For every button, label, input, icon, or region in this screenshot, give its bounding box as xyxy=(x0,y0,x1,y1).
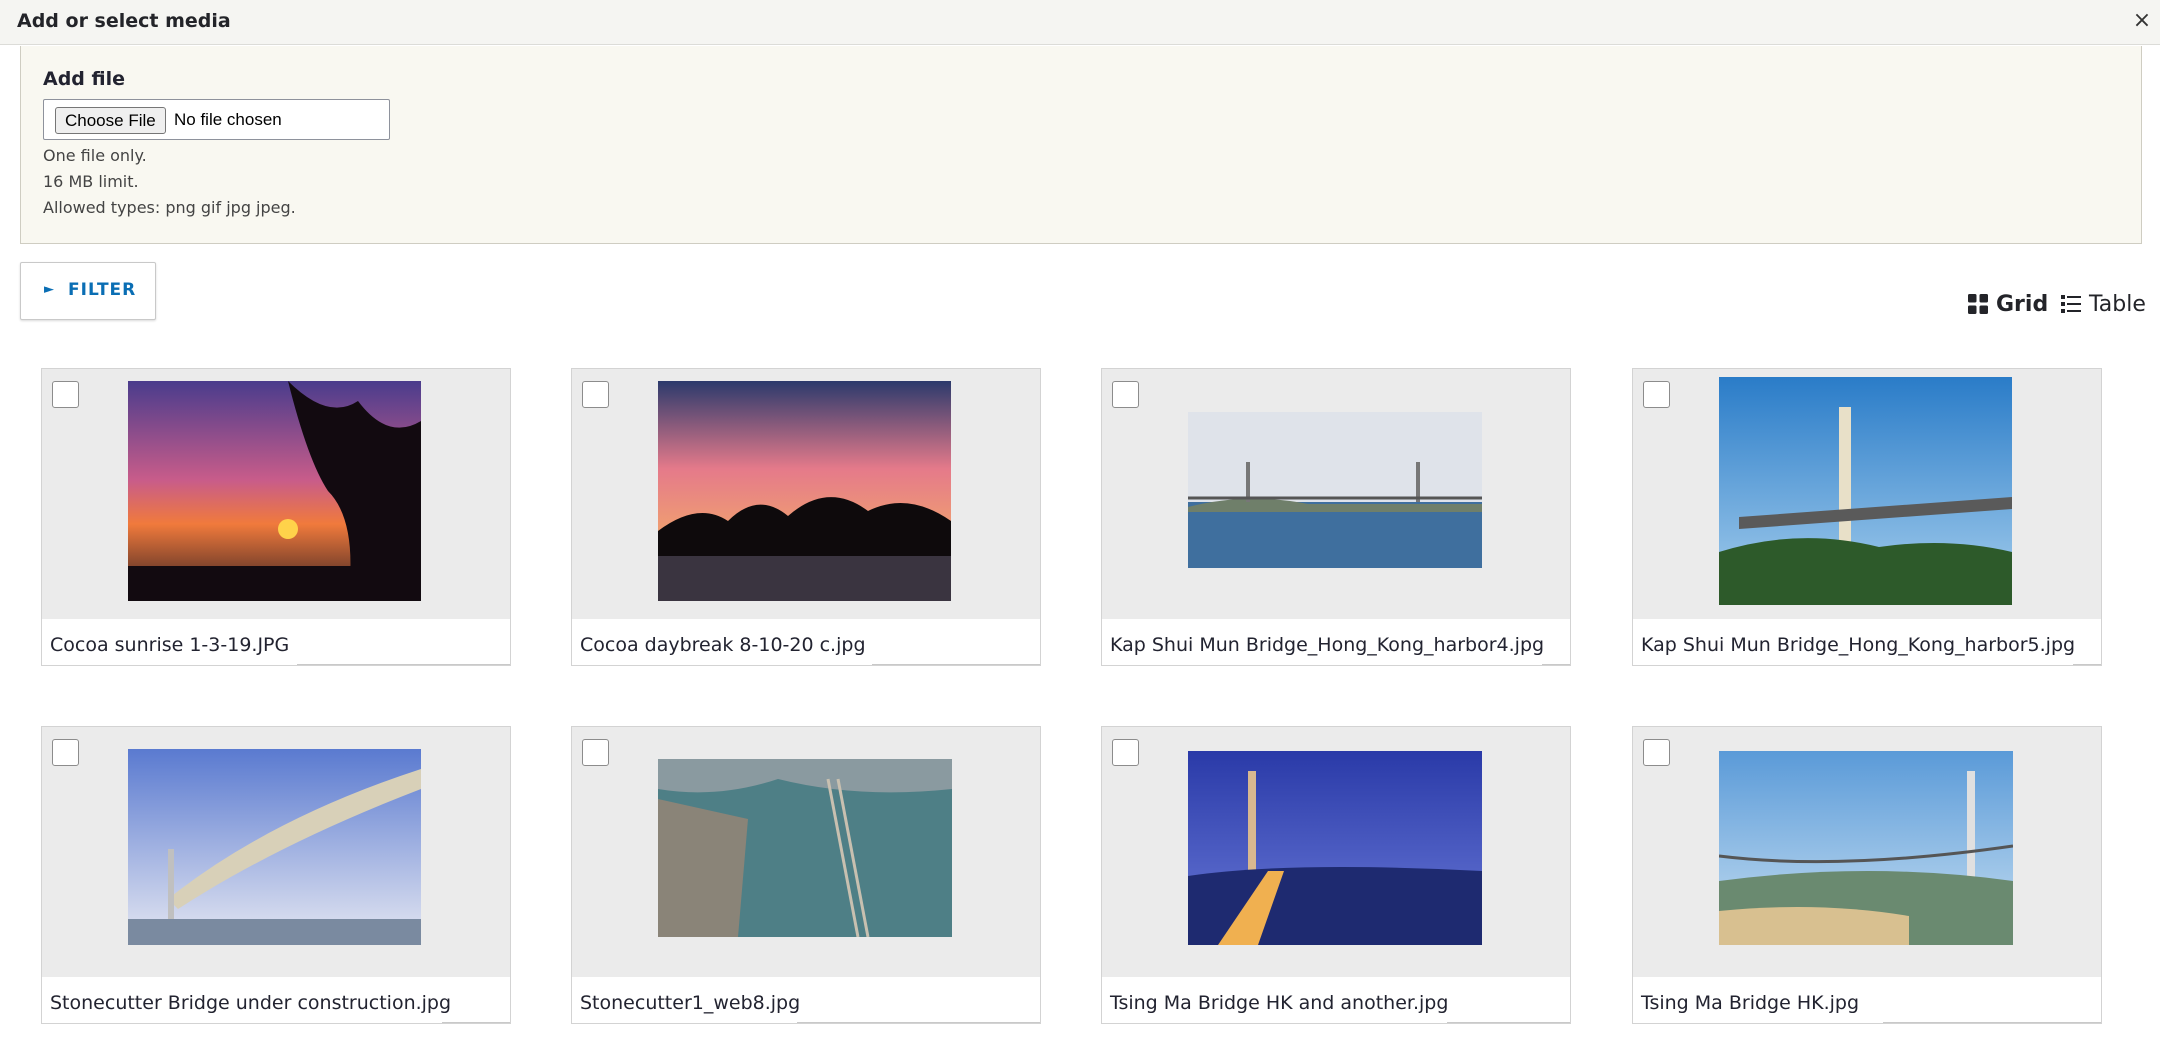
suspension-bridge-photo-thumbnail xyxy=(1719,751,2013,945)
add-file-fieldset: Add file Choose File No file chosen One … xyxy=(20,46,2142,244)
select-checkbox[interactable] xyxy=(52,381,79,408)
filename-underline xyxy=(1447,1022,1570,1023)
grid-view-label: Grid xyxy=(1996,291,2049,317)
dialog-title: Add or select media xyxy=(17,10,231,32)
night-bridge-photo-thumbnail xyxy=(1188,751,1482,945)
filter-button[interactable]: ► FILTER xyxy=(20,262,156,320)
select-checkbox[interactable] xyxy=(1643,381,1670,408)
dialog-titlebar: Add or select media × xyxy=(0,0,2160,45)
filter-label: FILTER xyxy=(68,280,137,300)
media-item[interactable]: Stonecutter1_web8.jpg xyxy=(571,726,1041,1024)
help-text-file-count: One file only. xyxy=(43,146,147,165)
table-view-toggle[interactable]: Table xyxy=(2061,290,2146,318)
media-filename: Stonecutter Bridge under construction.jp… xyxy=(50,992,452,1014)
grid-view-toggle[interactable]: Grid xyxy=(1968,290,2048,318)
media-item[interactable]: Kap Shui Mun Bridge_Hong_Kong_harbor5.jp… xyxy=(1632,368,2102,666)
help-text-size-limit: 16 MB limit. xyxy=(43,172,139,191)
filename-underline xyxy=(442,1022,510,1023)
bridge-construction-photo-thumbnail xyxy=(128,749,421,945)
select-checkbox[interactable] xyxy=(1643,739,1670,766)
select-checkbox[interactable] xyxy=(582,739,609,766)
list-icon xyxy=(2061,295,2081,313)
triangle-right-icon: ► xyxy=(44,282,54,297)
select-checkbox[interactable] xyxy=(1112,739,1139,766)
filename-underline xyxy=(2073,664,2101,665)
select-checkbox[interactable] xyxy=(52,739,79,766)
media-item[interactable]: Kap Shui Mun Bridge_Hong_Kong_harbor4.jp… xyxy=(1101,368,1571,666)
media-filename: Cocoa sunrise 1-3-19.JPG xyxy=(50,634,290,656)
media-filename: Stonecutter1_web8.jpg xyxy=(580,992,801,1014)
file-input[interactable]: Choose File No file chosen xyxy=(43,99,390,140)
media-item[interactable]: Tsing Ma Bridge HK and another.jpg xyxy=(1101,726,1571,1024)
media-filename: Tsing Ma Bridge HK.jpg xyxy=(1641,992,1860,1014)
media-item[interactable]: Tsing Ma Bridge HK.jpg xyxy=(1632,726,2102,1024)
close-icon[interactable]: × xyxy=(2130,9,2154,33)
grid-icon xyxy=(1968,294,1988,314)
help-text-allowed-types: Allowed types: png gif jpg jpeg. xyxy=(43,198,296,217)
table-view-label: Table xyxy=(2089,291,2146,317)
bridge-photo-thumbnail xyxy=(1719,377,2012,605)
media-item[interactable]: Stonecutter Bridge under construction.jp… xyxy=(41,726,511,1024)
add-file-label: Add file xyxy=(43,68,126,90)
select-checkbox[interactable] xyxy=(582,381,609,408)
bridge-photo-thumbnail xyxy=(1188,412,1482,568)
media-filename: Kap Shui Mun Bridge_Hong_Kong_harbor4.jp… xyxy=(1110,634,1545,656)
filename-underline xyxy=(872,664,1040,665)
media-filename: Cocoa daybreak 8-10-20 c.jpg xyxy=(580,634,866,656)
filename-underline xyxy=(1883,1022,2101,1023)
sunset-palms-photo-thumbnail xyxy=(658,381,951,601)
sunset-photo-thumbnail xyxy=(128,381,421,601)
media-item[interactable]: Cocoa sunrise 1-3-19.JPG xyxy=(41,368,511,666)
media-filename: Kap Shui Mun Bridge_Hong_Kong_harbor5.jp… xyxy=(1641,634,2076,656)
filename-underline xyxy=(797,1022,1040,1023)
select-checkbox[interactable] xyxy=(1112,381,1139,408)
filename-underline xyxy=(1542,664,1570,665)
filename-underline xyxy=(297,664,510,665)
choose-file-button[interactable]: Choose File xyxy=(55,107,166,134)
media-item[interactable]: Cocoa daybreak 8-10-20 c.jpg xyxy=(571,368,1041,666)
media-filename: Tsing Ma Bridge HK and another.jpg xyxy=(1110,992,1449,1014)
harbor-aerial-photo-thumbnail xyxy=(658,759,952,937)
file-status: No file chosen xyxy=(174,110,282,129)
